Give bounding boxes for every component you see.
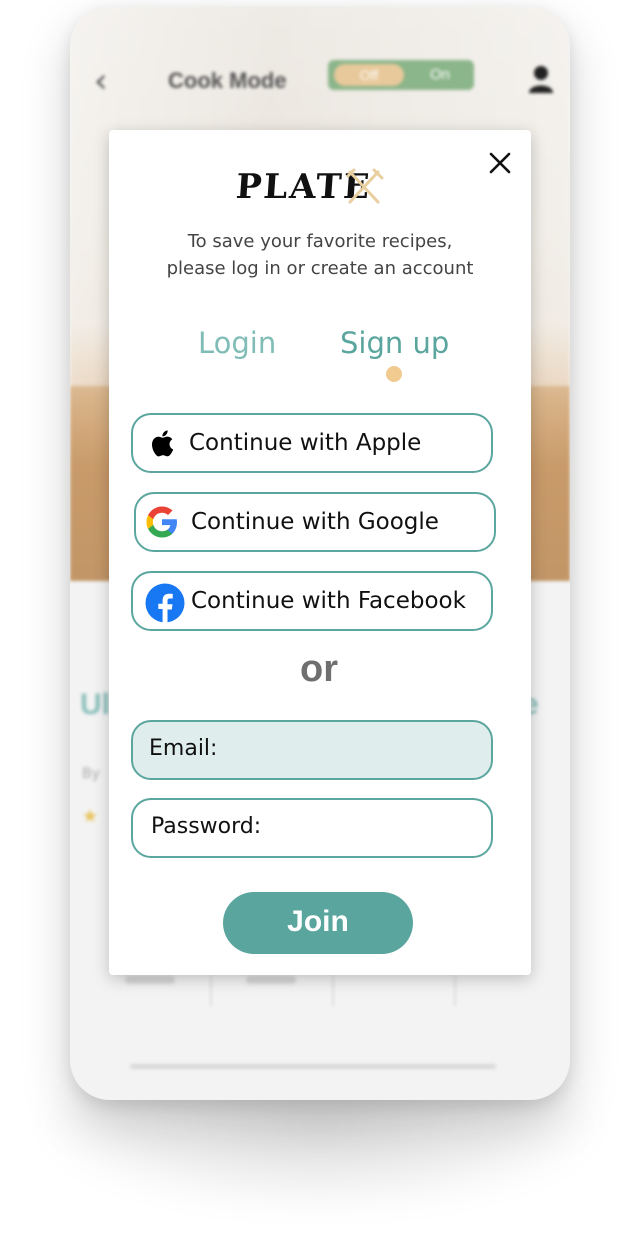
- fork-knife-icon: [346, 168, 384, 204]
- google-button-label: Continue with Google: [191, 509, 439, 535]
- divider: [454, 976, 456, 1006]
- subtitle-line-1: To save your favorite recipes,: [187, 231, 453, 252]
- subtitle-line-2: please log in or create an account: [166, 258, 474, 279]
- user-icon[interactable]: [528, 64, 554, 94]
- apple-button-label: Continue with Apple: [189, 430, 422, 456]
- cook-mode-title: Cook Mode: [168, 68, 287, 93]
- continue-with-apple-button[interactable]: Continue with Apple: [131, 413, 493, 473]
- apple-icon: [152, 430, 174, 457]
- active-tab-indicator: [386, 366, 402, 382]
- auth-modal: PLATE To save your favorite recipes, ple…: [109, 130, 531, 975]
- chevron-left-icon[interactable]: ‹: [94, 64, 108, 98]
- stat-placeholder: [125, 976, 175, 984]
- email-field[interactable]: Email:: [131, 720, 493, 780]
- close-icon[interactable]: [485, 148, 515, 178]
- facebook-icon: [145, 583, 185, 623]
- top-bar: ‹ Cook Mode Off On: [70, 56, 570, 106]
- toggle-off-label: Off: [334, 64, 404, 86]
- modal-subtitle: To save your favorite recipes, please lo…: [129, 228, 511, 282]
- recipe-title-fragment: Ul: [80, 688, 110, 721]
- google-icon: [146, 506, 177, 538]
- facebook-button-label: Continue with Facebook: [191, 588, 466, 614]
- tab-signup[interactable]: Sign up: [340, 326, 449, 360]
- tab-login[interactable]: Login: [198, 326, 276, 360]
- divider: [332, 976, 334, 1006]
- divider: [210, 976, 212, 1006]
- password-field[interactable]: Password:: [131, 798, 493, 858]
- toggle-on-label: On: [429, 66, 450, 83]
- byline-fragment: By: [82, 766, 100, 782]
- password-label: Password:: [151, 814, 262, 839]
- stat-placeholder: [246, 976, 296, 984]
- join-button[interactable]: Join: [223, 892, 413, 954]
- continue-with-google-button[interactable]: Continue with Google: [134, 492, 496, 552]
- home-indicator: [130, 1064, 496, 1069]
- join-button-label: Join: [287, 905, 349, 938]
- continue-with-facebook-button[interactable]: Continue with Facebook: [131, 571, 493, 631]
- or-divider: or: [300, 648, 338, 690]
- cook-mode-toggle[interactable]: Off On: [328, 60, 474, 90]
- email-label: Email:: [149, 736, 218, 761]
- star-icon: ★: [82, 806, 99, 827]
- brand-logo: PLATE: [235, 166, 386, 208]
